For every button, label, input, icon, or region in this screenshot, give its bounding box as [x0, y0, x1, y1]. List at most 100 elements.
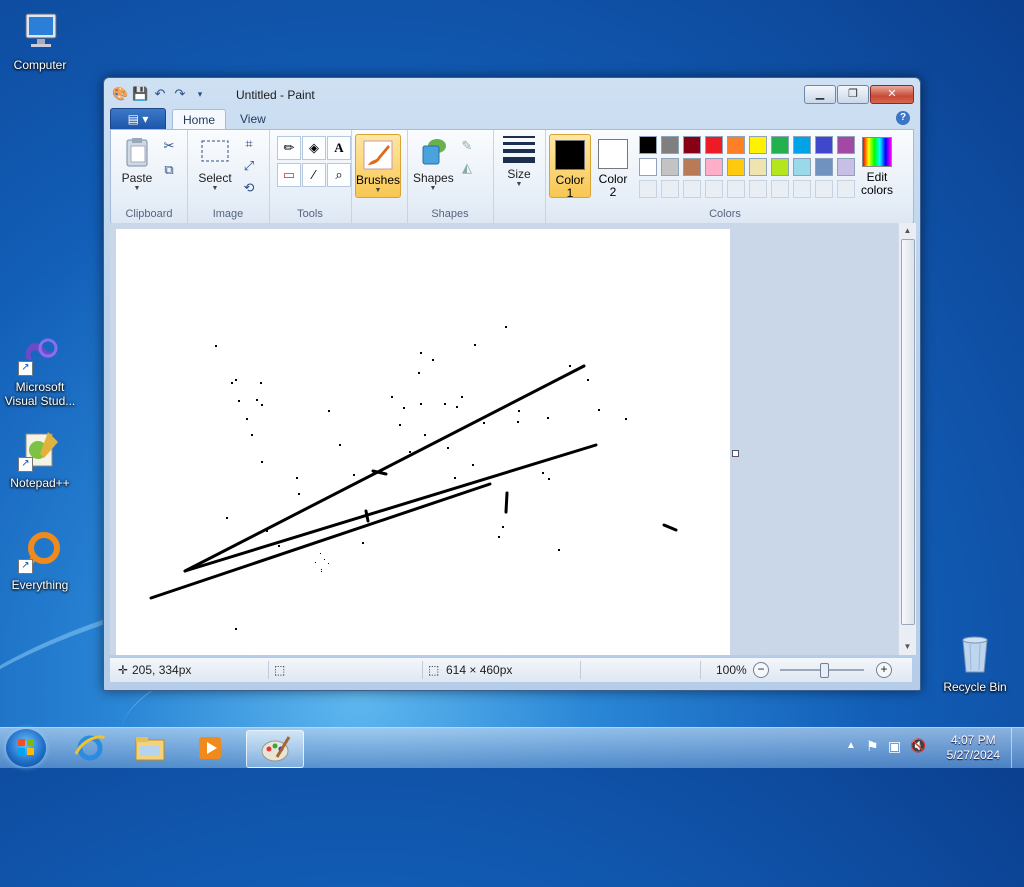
palette-swatch[interactable] [727, 136, 745, 154]
canvas-resize-handle[interactable] [732, 450, 739, 457]
taskbar-media-player[interactable] [182, 730, 238, 766]
redo-icon[interactable]: ↷ [172, 86, 188, 102]
palette-swatch[interactable] [661, 136, 679, 154]
palette-swatch[interactable] [661, 158, 679, 176]
size-icon [503, 136, 535, 163]
help-icon[interactable]: ? [896, 111, 910, 125]
palette-swatch[interactable] [793, 158, 811, 176]
custom-color-slot[interactable] [661, 180, 679, 198]
color2-button[interactable]: Color 2 [593, 134, 633, 199]
palette-swatch[interactable] [639, 158, 657, 176]
taskbar-file-explorer[interactable] [122, 730, 178, 766]
ribbon-tabs: ▤ ▾ Home View ? [110, 107, 914, 130]
custom-color-slot[interactable] [793, 180, 811, 198]
show-desktop-button[interactable] [1011, 728, 1024, 768]
custom-color-slot[interactable] [683, 180, 701, 198]
palette-swatch[interactable] [771, 136, 789, 154]
brushes-button[interactable]: Brushes ▼ [355, 134, 401, 198]
save-icon[interactable]: 💾 [132, 86, 148, 102]
custom-color-slot[interactable] [771, 180, 789, 198]
windows-logo-icon [18, 739, 34, 755]
custom-color-slot[interactable] [639, 180, 657, 198]
paint-menu-button[interactable]: ▤ ▾ [110, 108, 166, 130]
shapes-icon [417, 136, 449, 168]
tab-home[interactable]: Home [172, 109, 227, 130]
custom-color-slot[interactable] [749, 180, 767, 198]
size-button[interactable]: Size ▼ [497, 130, 541, 189]
palette-swatch[interactable] [639, 136, 657, 154]
palette-swatch[interactable] [727, 158, 745, 176]
canvas-drawing [149, 326, 678, 630]
group-image: Select ▼ ⌗ ⤢ ⟲ Image [187, 130, 270, 223]
custom-color-slot[interactable] [727, 180, 745, 198]
drawing-canvas[interactable] [116, 229, 730, 655]
fill-icon[interactable]: ◈ [302, 136, 326, 160]
shortcut-arrow-icon: ↗ [18, 361, 33, 376]
custom-color-slot[interactable] [705, 180, 723, 198]
palette-swatch[interactable] [815, 136, 833, 154]
palette-swatch[interactable] [683, 136, 701, 154]
custom-color-slot[interactable] [837, 180, 855, 198]
resize-icon[interactable]: ⤢ [239, 156, 259, 176]
rotate-icon[interactable]: ⟲ [239, 178, 259, 198]
desktop-icon-everything[interactable]: ↗ Everything [0, 530, 80, 592]
customize-qat-icon[interactable]: ▾ [192, 86, 208, 102]
cut-icon[interactable]: ✂ [159, 136, 179, 156]
close-button[interactable]: ✕ [870, 85, 914, 104]
color1-swatch [555, 140, 585, 170]
zoom-out-icon[interactable]: − [753, 662, 769, 678]
fill-shape-icon[interactable]: ◭ [457, 158, 477, 178]
group-label: Colors [709, 208, 741, 220]
palette-swatch[interactable] [705, 136, 723, 154]
shapes-button[interactable]: Shapes ▼ [413, 136, 454, 193]
custom-color-slot[interactable] [815, 180, 833, 198]
copy-icon[interactable]: ⧉ [159, 160, 179, 180]
desktop-icon-notepadpp[interactable]: ↗ Notepad++ [0, 428, 80, 490]
palette-swatch[interactable] [683, 158, 701, 176]
zoom-slider-thumb[interactable] [820, 663, 829, 678]
scrollbar-thumb[interactable] [901, 239, 915, 625]
palette-swatch[interactable] [837, 158, 855, 176]
edit-colors-button[interactable]: Edit colors [857, 134, 897, 197]
palette-swatch[interactable] [749, 158, 767, 176]
scroll-down-arrow-icon[interactable]: ▼ [899, 639, 916, 655]
palette-swatch[interactable] [793, 136, 811, 154]
group-brushes: Brushes ▼ [351, 130, 408, 223]
maximize-button[interactable]: ❐ [837, 85, 869, 104]
desktop-icon-recycle-bin[interactable]: Recycle Bin [935, 632, 1015, 694]
undo-icon[interactable]: ↶ [152, 86, 168, 102]
palette-swatch[interactable] [771, 158, 789, 176]
minimize-button[interactable]: ▁ [804, 85, 836, 104]
start-button[interactable] [6, 729, 46, 767]
vertical-scrollbar[interactable]: ▲ ▼ [898, 223, 916, 655]
palette-swatch[interactable] [837, 136, 855, 154]
title-bar[interactable]: 🎨 💾 ↶ ↷ ▾ Untitled - Paint ▁ ❐ ✕ [104, 78, 920, 108]
zoom-in-icon[interactable]: + [876, 662, 892, 678]
magnifier-icon[interactable]: ⌕ [327, 163, 351, 187]
clock[interactable]: 4:07 PM 5/27/2024 [947, 733, 1000, 763]
color1-button[interactable]: Color 1 [549, 134, 591, 200]
select-icon [199, 136, 231, 168]
network-icon[interactable]: ▣ [888, 738, 901, 755]
crop-icon[interactable]: ⌗ [239, 134, 259, 154]
taskbar-paint[interactable] [246, 730, 304, 768]
desktop-icon-visual-studio[interactable]: ↗ Microsoft Visual Stud... [0, 332, 80, 408]
scroll-up-arrow-icon[interactable]: ▲ [899, 223, 916, 239]
desktop-icon-computer[interactable]: Computer [0, 10, 80, 72]
palette-swatch[interactable] [815, 158, 833, 176]
palette-swatch[interactable] [705, 158, 723, 176]
select-button[interactable]: Select ▼ [195, 136, 235, 193]
color-picker-icon[interactable]: ⁄ [302, 163, 326, 187]
volume-muted-icon[interactable]: 🔇 [910, 738, 926, 754]
eraser-icon[interactable]: ▭ [277, 163, 301, 187]
pencil-icon[interactable]: ✏ [277, 136, 301, 160]
paint-app-icon[interactable]: 🎨 [112, 86, 128, 102]
show-hidden-icons-icon[interactable]: ▲ [846, 740, 856, 751]
outline-icon[interactable]: ✎ [457, 136, 477, 156]
tab-view[interactable]: View [230, 109, 276, 129]
taskbar-internet-explorer[interactable] [62, 730, 118, 766]
action-center-flag-icon[interactable]: ⚑ [866, 738, 879, 755]
palette-swatch[interactable] [749, 136, 767, 154]
paste-button[interactable]: Paste ▼ [117, 136, 157, 193]
text-icon[interactable]: A [327, 136, 351, 160]
